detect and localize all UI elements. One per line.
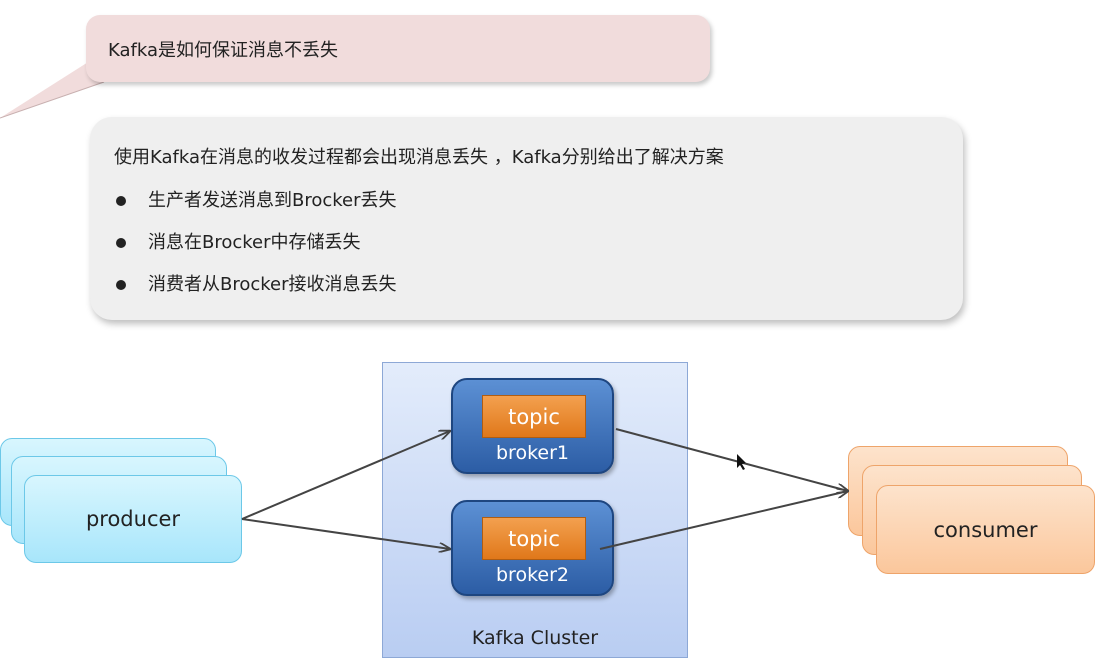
bullet-dot-icon — [116, 280, 126, 290]
cluster-label: Kafka Cluster — [471, 627, 599, 649]
info-intro: 使用Kafka在消息的收发过程都会出现消息丢失 ，Kafka分别给出了解决方案 — [114, 147, 724, 168]
broker2-node: topic broker2 — [451, 500, 614, 596]
info-box: 使用Kafka在消息的收发过程都会出现消息丢失 ，Kafka分别给出了解决方案 … — [90, 117, 963, 320]
consumer-card-front: consumer — [876, 485, 1095, 574]
callout-text: Kafka是如何保证消息不丢失 — [108, 39, 338, 61]
list-item: 消息在Brocker中存储丢失 — [114, 228, 963, 258]
topic-box: topic — [482, 395, 586, 438]
topic-box: topic — [482, 517, 586, 560]
broker1-label: broker1 — [496, 442, 569, 464]
broker2-label: broker2 — [496, 564, 569, 586]
bullet-text: 消息在Brocker中存储丢失 — [148, 232, 361, 253]
mouse-cursor-icon — [737, 454, 746, 470]
list-item: 消费者从Brocker接收消息丢失 — [114, 270, 963, 300]
question-callout: Kafka是如何保证消息不丢失 — [86, 15, 710, 82]
producer-label: producer — [85, 507, 181, 531]
producer-card-front: producer — [24, 475, 242, 563]
bullet-dot-icon — [116, 196, 126, 206]
bullet-dot-icon — [116, 238, 126, 248]
bullet-list: 生产者发送消息到Brocker丢失 消息在Brocker中存储丢失 消费者从Br… — [114, 186, 963, 300]
list-item: 生产者发送消息到Brocker丢失 — [114, 186, 963, 216]
bullet-text: 生产者发送消息到Brocker丢失 — [148, 190, 397, 211]
broker1-node: topic broker1 — [451, 378, 614, 474]
bullet-text: 消费者从Brocker接收消息丢失 — [148, 274, 397, 295]
consumer-label: consumer — [933, 517, 1038, 542]
